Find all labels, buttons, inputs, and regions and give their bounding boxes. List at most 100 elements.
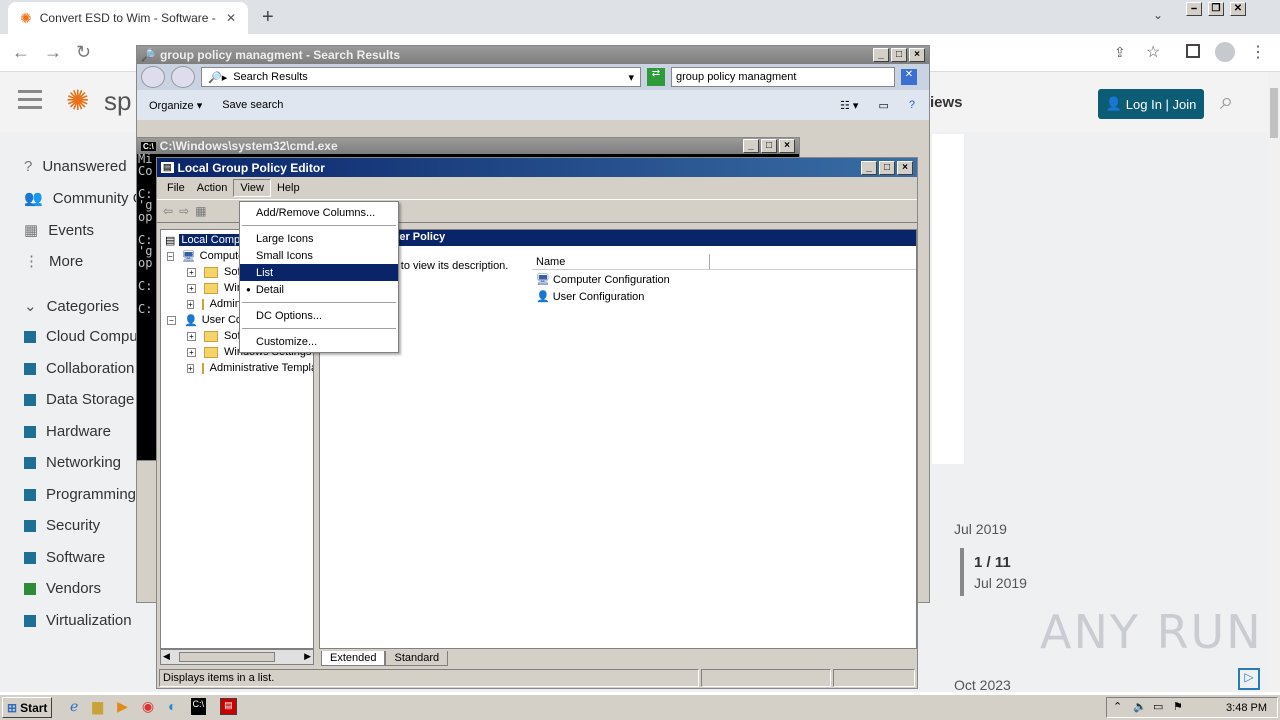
menu-file[interactable]: File: [161, 180, 191, 196]
network-icon[interactable]: ▭: [1153, 700, 1163, 713]
close-button[interactable]: ×: [897, 160, 913, 175]
minimize-button[interactable]: _: [873, 48, 889, 62]
side-panel-icon[interactable]: [1186, 44, 1200, 58]
category-cloud[interactable]: Cloud Compu: [24, 328, 138, 345]
sidebar-item-community[interactable]: 👥 Community G: [24, 189, 144, 208]
show-hide-tree-icon[interactable]: ▦: [195, 204, 206, 218]
category-vendors[interactable]: Vendors: [24, 580, 101, 597]
collapse-icon[interactable]: −: [167, 251, 174, 261]
login-button[interactable]: 👤 Log In | Join: [1098, 89, 1204, 119]
tray-expand-icon[interactable]: ⌃: [1113, 700, 1122, 713]
profile-avatar[interactable]: [1215, 42, 1235, 62]
organize-button[interactable]: Organize ▾: [149, 99, 202, 112]
close-button[interactable]: ×: [779, 139, 795, 153]
address-dropdown-icon[interactable]: ▾: [628, 71, 634, 84]
menu-item-list[interactable]: List: [240, 264, 398, 281]
chrome-icon[interactable]: ◉: [142, 698, 154, 715]
ad-choice-icon[interactable]: ▷: [1238, 668, 1260, 690]
minimize-button[interactable]: _: [743, 139, 759, 153]
sidebar-item-events[interactable]: ▦ Events: [24, 221, 94, 240]
header-nav-partial[interactable]: iews: [930, 94, 963, 111]
share-icon[interactable]: ⇪: [1114, 44, 1126, 61]
tab-close-icon[interactable]: ✕: [226, 11, 236, 25]
page-scrollbar-thumb[interactable]: [1270, 88, 1278, 138]
browser-close-button[interactable]: ✕: [1230, 2, 1246, 16]
forward-arrow-icon[interactable]: ⇨: [179, 204, 189, 218]
scroll-left-icon[interactable]: ◀: [163, 651, 170, 662]
search-input[interactable]: group policy managment: [671, 67, 895, 87]
list-item[interactable]: 🖥 Computer Configuration: [536, 273, 670, 286]
search-window-titlebar[interactable]: 🔎 group policy managment - Search Result…: [137, 46, 929, 64]
expand-icon[interactable]: +: [187, 363, 194, 373]
expand-icon[interactable]: +: [187, 299, 194, 309]
maximize-button[interactable]: □: [761, 139, 777, 153]
help-icon[interactable]: ?: [909, 99, 915, 111]
browser-tab[interactable]: ✺ Convert ESD to Wim - Software - Sp ✕: [8, 2, 248, 34]
ie-icon[interactable]: ℯ: [70, 698, 78, 715]
timeline-scrubber[interactable]: [960, 548, 964, 596]
clear-search-icon[interactable]: ✕: [901, 69, 917, 85]
edge-icon[interactable]: ◐: [168, 698, 176, 715]
menu-item-large-icons[interactable]: Large Icons: [240, 230, 398, 247]
list-item[interactable]: 👤 User Configuration: [536, 290, 644, 303]
close-button[interactable]: ×: [909, 48, 925, 62]
reload-icon[interactable]: ↻: [76, 42, 91, 63]
gpedit-taskbar-icon[interactable]: ▤: [220, 698, 237, 715]
cmd-taskbar-icon[interactable]: C:\: [190, 698, 207, 715]
column-name-header[interactable]: Name: [532, 254, 710, 269]
flag-icon[interactable]: ⚑: [1173, 700, 1183, 713]
explorer-folder-icon[interactable]: ▆: [92, 698, 103, 715]
category-data-storage[interactable]: Data Storage: [24, 391, 134, 408]
menu-item-detail[interactable]: ● Detail: [240, 281, 398, 298]
refresh-icon[interactable]: ⇄: [647, 68, 665, 86]
minimize-button[interactable]: _: [861, 160, 877, 175]
chrome-menu-icon[interactable]: ⋮: [1250, 42, 1266, 62]
browser-minimize-button[interactable]: ⎯: [1186, 2, 1202, 16]
tab-extended[interactable]: Extended: [321, 651, 386, 666]
new-tab-button[interactable]: +: [262, 6, 274, 29]
category-software[interactable]: Software: [24, 549, 105, 566]
maximize-button[interactable]: □: [879, 160, 895, 175]
sidebar-item-more[interactable]: ⋮ More: [24, 252, 83, 271]
category-security[interactable]: Security: [24, 517, 100, 534]
category-collaboration[interactable]: Collaboration: [24, 360, 134, 377]
menu-item-dc-options[interactable]: DC Options...: [240, 307, 398, 324]
category-networking[interactable]: Networking: [24, 454, 121, 471]
category-virtualization[interactable]: Virtualization: [24, 612, 132, 629]
sidebar-item-unanswered[interactable]: ? Unanswered: [24, 158, 127, 175]
tree-horizontal-scrollbar[interactable]: ◀ ▶: [160, 649, 314, 665]
expand-icon[interactable]: +: [187, 331, 196, 341]
bookmark-star-icon[interactable]: ☆: [1146, 42, 1160, 62]
category-programming[interactable]: Programming: [24, 486, 136, 503]
menu-help[interactable]: Help: [271, 180, 306, 196]
forward-arrow-icon[interactable]: →: [44, 42, 62, 63]
scroll-right-icon[interactable]: ▶: [304, 651, 311, 662]
menu-action[interactable]: Action: [191, 180, 234, 196]
collapse-icon[interactable]: −: [167, 315, 176, 325]
tab-search-icon[interactable]: ⌄: [1153, 8, 1163, 22]
category-hardware[interactable]: Hardware: [24, 423, 111, 440]
menu-item-add-remove-columns[interactable]: Add/Remove Columns...: [240, 204, 398, 221]
maximize-button[interactable]: □: [891, 48, 907, 62]
back-arrow-icon[interactable]: ⇦: [163, 204, 173, 218]
expand-icon[interactable]: +: [187, 283, 196, 293]
scrollbar-thumb[interactable]: [179, 652, 275, 662]
categories-toggle[interactable]: ⌄ Categories: [24, 297, 119, 316]
media-player-icon[interactable]: ▶: [117, 698, 128, 715]
back-arrow-icon[interactable]: ←: [12, 42, 30, 63]
address-bar[interactable]: 🔎▸ Search Results ▾: [201, 67, 641, 87]
expand-icon[interactable]: +: [187, 347, 196, 357]
views-icon[interactable]: ☷ ▾: [840, 99, 858, 112]
tab-standard[interactable]: Standard: [385, 651, 449, 666]
save-search-button[interactable]: Save search: [222, 99, 283, 111]
expand-icon[interactable]: +: [187, 267, 196, 277]
preview-pane-icon[interactable]: ▭: [878, 99, 888, 112]
page-scrollbar[interactable]: [1268, 72, 1280, 692]
hamburger-menu-icon[interactable]: [18, 90, 42, 93]
tree-node[interactable]: + Administrative Templates: [161, 360, 313, 376]
forward-icon[interactable]: [171, 66, 195, 88]
cmd-titlebar[interactable]: C:\ C:\Windows\system32\cmd.exe _ □ ×: [137, 138, 799, 154]
site-search-icon[interactable]: ⌕: [1220, 88, 1233, 116]
menu-view[interactable]: View: [233, 179, 271, 197]
back-icon[interactable]: [141, 66, 165, 88]
